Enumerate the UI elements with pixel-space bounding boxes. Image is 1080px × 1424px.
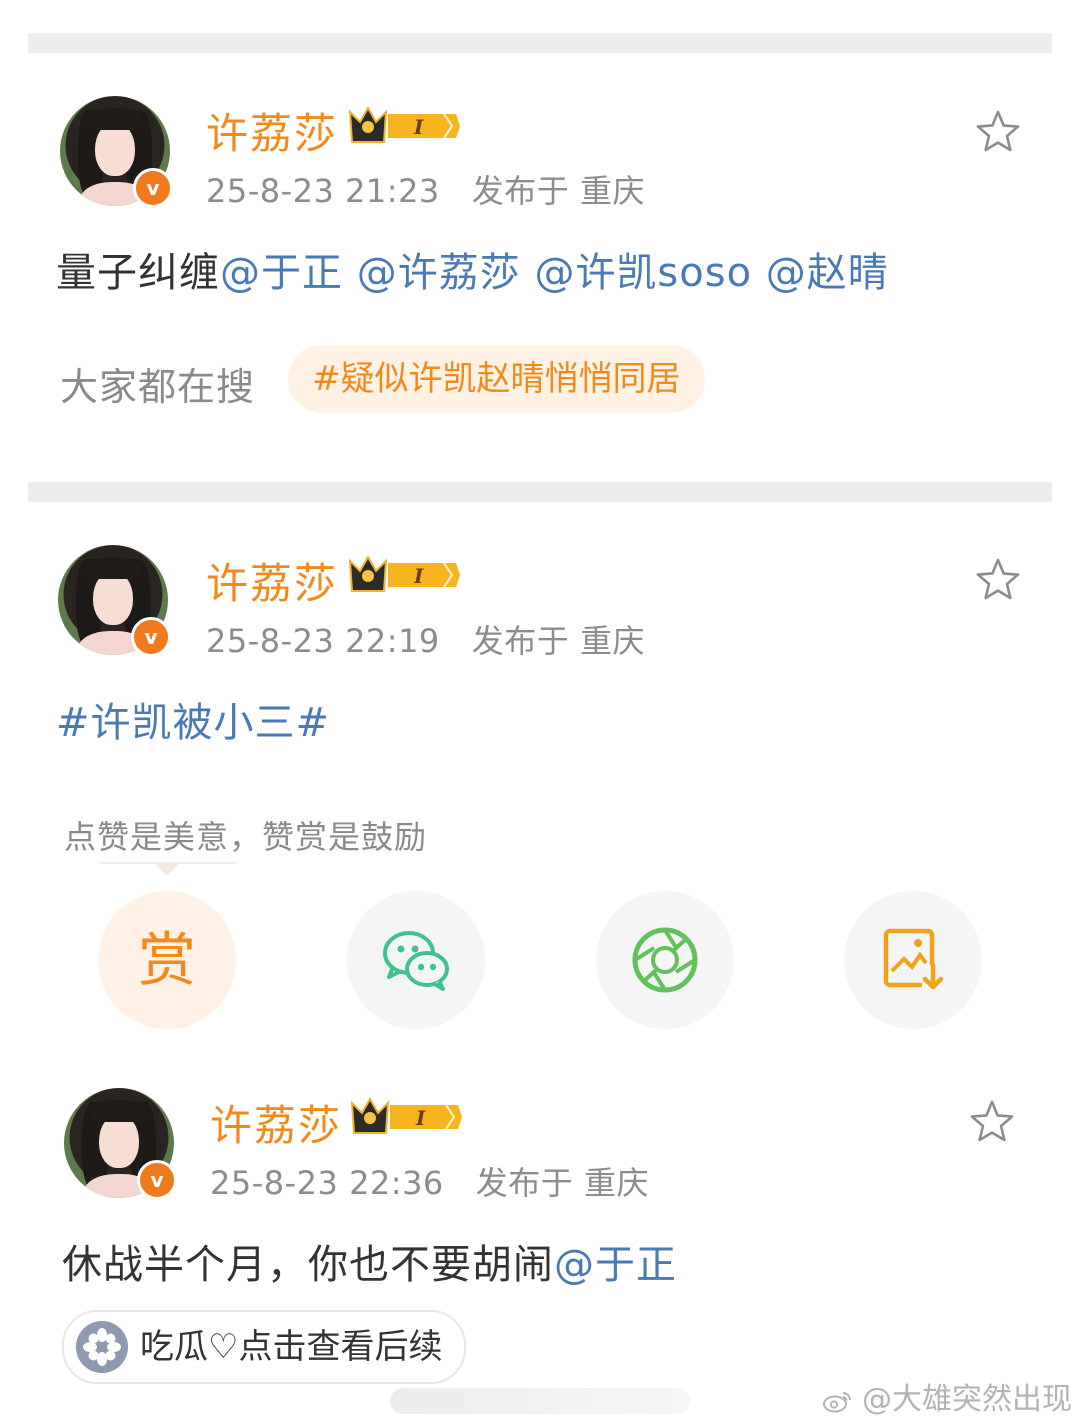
verified-badge-icon: v [137,1160,177,1200]
reward-button[interactable]: 赏 [98,891,236,1029]
search-label: 大家都在搜 [60,365,256,409]
share-moments-button[interactable] [596,891,734,1029]
hashtag-link[interactable]: #许凯被小三# [56,690,330,748]
location: 发布于 重庆 [475,1164,649,1202]
post-meta: 25-8-23 22:19 发布于 重庆 [206,616,645,662]
save-image-button[interactable] [844,891,982,1029]
post-meta: 25-8-23 22:36 发布于 重庆 [210,1158,649,1204]
mention-link[interactable]: @许荔莎 [357,250,521,296]
timestamp: 25-8-23 21:23 [206,172,440,210]
timestamp: 25-8-23 22:19 [206,622,440,660]
faded-content-strip [390,1388,690,1414]
melon-label: 吃瓜♡点击查看后续 [140,1327,443,1367]
username[interactable]: 许荔莎 [206,100,338,161]
star-outline-icon[interactable] [974,108,1022,156]
mention-link[interactable]: @于正 [554,1242,677,1288]
text-plain: 休战半个月，你也不要胡闹 [62,1242,554,1288]
member-crown-badge-icon: I [348,106,460,143]
moments-aperture-icon [632,927,698,993]
username[interactable]: 许荔莎 [210,1092,342,1153]
location: 发布于 重庆 [471,172,645,210]
share-wechat-button[interactable] [347,891,485,1029]
weibo-logo-icon [823,1391,852,1412]
section-divider-middle [28,482,1052,502]
post-text: 量子纠缠@于正 @许荔莎 @许凯soso @赵晴 [56,240,889,298]
wechat-icon [383,931,449,991]
svg-text:I: I [413,115,424,139]
post-meta: 25-8-23 21:23 发布于 重庆 [206,166,645,212]
hot-search-topic[interactable]: #疑似许凯赵晴悄悄同居 [288,345,705,413]
melon-follow-up-button[interactable]: 吃瓜♡点击查看后续 [62,1310,466,1384]
verified-badge-icon: v [131,617,171,657]
post-text: 休战半个月，你也不要胡闹@于正 [62,1232,677,1290]
timestamp: 25-8-23 22:36 [210,1164,444,1202]
mention-link[interactable]: @于正 [220,250,343,296]
verified-badge-icon: v [133,168,173,208]
save-image-icon [883,928,944,991]
tip-caret [155,864,179,876]
username[interactable]: 许荔莎 [206,550,338,611]
reward-tip: 点赞是美意，赞赏是鼓励 [64,818,428,856]
section-divider-top [28,33,1052,53]
watermark: @大雄突然出现 [822,1374,1072,1418]
location: 发布于 重庆 [471,622,645,660]
reward-label: 赏 [137,926,196,994]
svg-text:I: I [413,564,424,588]
melon-icon [76,1321,128,1373]
member-crown-badge-icon: I [350,1097,462,1134]
svg-text:I: I [415,1106,426,1130]
mention-link[interactable]: @许凯soso [534,250,752,296]
star-outline-icon[interactable] [974,556,1022,604]
mention-link[interactable]: @赵晴 [766,250,889,296]
text-plain: 量子纠缠 [56,250,220,296]
star-outline-icon[interactable] [968,1098,1016,1146]
watermark-text: @大雄突然出现 [862,1382,1072,1417]
member-crown-badge-icon: I [348,555,460,592]
